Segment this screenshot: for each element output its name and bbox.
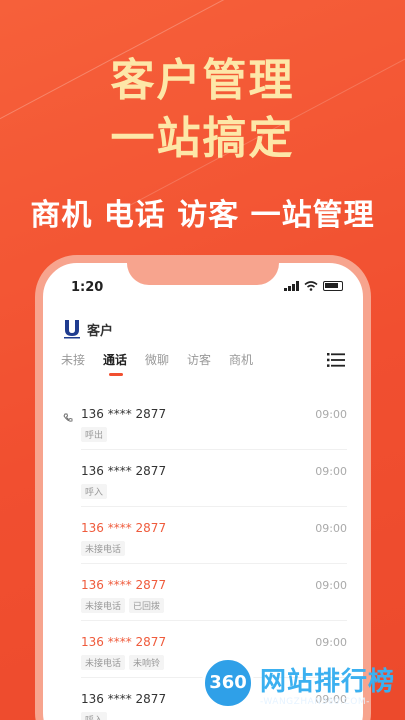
- phone-mockup: 1:20 客户 未接 通话 微聊 访客 商机 136 **** 2877 09:…: [35, 255, 371, 720]
- call-tag: 呼入: [81, 484, 108, 499]
- watermark-subtitle: -WANGZHAN360.COM-: [260, 697, 370, 707]
- hero-subtitle: 商机 电话 访客 一站管理: [30, 198, 375, 233]
- call-number-missed: 136 **** 2877: [81, 578, 167, 592]
- call-tags: 呼入: [81, 484, 108, 499]
- battery-icon: [323, 281, 343, 291]
- status-time: 1:20: [71, 280, 104, 295]
- call-number: 136 **** 2877: [81, 464, 167, 478]
- call-tags: 呼出: [81, 427, 108, 442]
- app-header: 客户: [63, 319, 113, 339]
- call-number-missed: 136 **** 2877: [81, 521, 167, 535]
- watermark: 360 网站排行榜 -WANGZHAN360.COM-: [200, 655, 400, 715]
- call-tag: 未接电话: [81, 541, 126, 556]
- call-row[interactable]: 136 **** 2877 09:00 呼入: [81, 450, 347, 507]
- tab-calls[interactable]: 通话: [103, 351, 127, 368]
- call-tag: 呼入: [81, 712, 108, 720]
- call-tag: 未接电话: [81, 598, 126, 613]
- call-tag: 未接电话: [81, 655, 126, 670]
- status-bar: 1:20: [43, 263, 363, 303]
- watermark-badge: 360: [202, 657, 254, 709]
- tab-chat[interactable]: 微聊: [145, 351, 169, 368]
- call-row[interactable]: 136 **** 2877 09:00 未接电话 已回拨: [81, 564, 347, 621]
- call-time: 09:00: [315, 636, 347, 649]
- call-row[interactable]: 136 **** 2877 09:00 呼出: [63, 393, 347, 450]
- call-time: 09:00: [315, 465, 347, 478]
- wifi-icon: [304, 281, 318, 291]
- hero-line-1: 客户管理: [110, 55, 295, 106]
- app-title: 客户: [87, 323, 114, 339]
- call-number: 136 **** 2877: [81, 407, 167, 421]
- tab-opportunities[interactable]: 商机: [229, 351, 253, 368]
- call-tag: 未响铃: [129, 655, 165, 670]
- call-number: 136 **** 2877: [81, 692, 167, 706]
- signal-icon: [284, 281, 299, 291]
- call-time: 09:00: [315, 579, 347, 592]
- call-tag: 已回拨: [129, 598, 165, 613]
- call-time: 09:00: [315, 522, 347, 535]
- call-tags: 未接电话 已回拨: [81, 598, 165, 613]
- call-tags: 呼入: [81, 712, 108, 720]
- call-tags: 未接电话 未响铃: [81, 655, 165, 670]
- call-row[interactable]: 136 **** 2877 09:00 未接电话: [81, 507, 347, 564]
- hero-heading: 客户管理 一站搞定: [0, 52, 405, 168]
- tab-missed[interactable]: 未接: [61, 351, 85, 368]
- call-tag: 呼出: [81, 427, 108, 442]
- hero-line-2: 一站搞定: [110, 113, 295, 164]
- menu-list-icon[interactable]: [327, 353, 345, 367]
- call-tags: 未接电话: [81, 541, 126, 556]
- call-number-missed: 136 **** 2877: [81, 635, 167, 649]
- tab-bar: 未接 通话 微聊 访客 商机: [61, 351, 351, 381]
- tab-visitors[interactable]: 访客: [187, 351, 211, 368]
- unilever-logo-icon: [64, 320, 80, 339]
- watermark-title: 网站排行榜: [260, 667, 396, 697]
- status-icons: [284, 281, 343, 291]
- active-tab-indicator: [109, 373, 123, 376]
- call-time: 09:00: [315, 408, 347, 421]
- phone-call-icon: [63, 413, 73, 422]
